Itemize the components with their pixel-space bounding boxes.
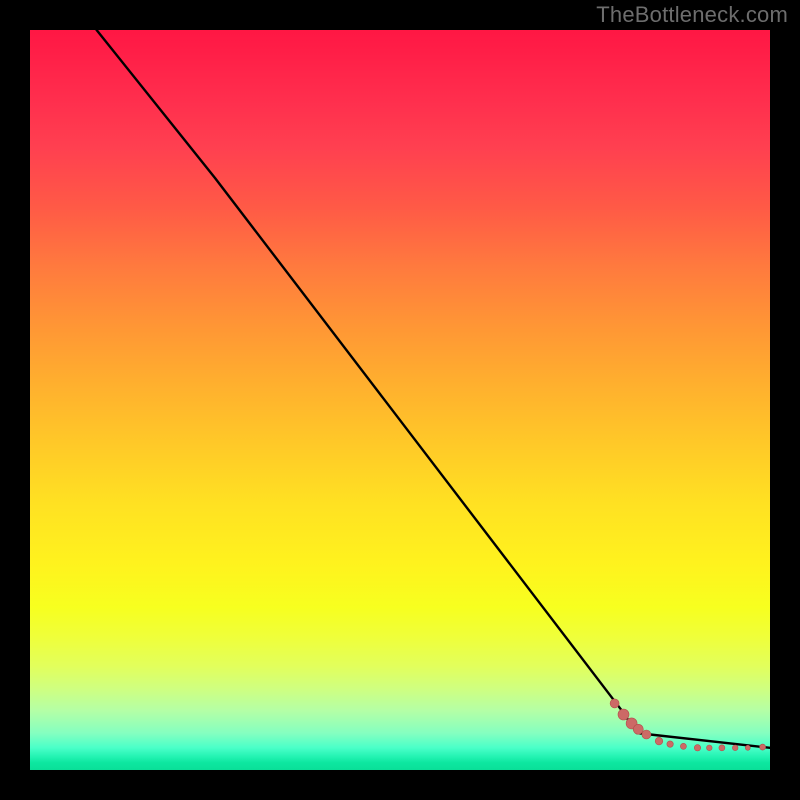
data-point: [745, 745, 750, 750]
chart-frame: TheBottleneck.com: [0, 0, 800, 800]
data-point-markers: [610, 699, 766, 751]
data-point: [633, 724, 643, 734]
watermark-text: TheBottleneck.com: [596, 2, 788, 28]
plot-area: [30, 30, 770, 770]
data-point: [680, 743, 686, 749]
data-point: [667, 741, 673, 747]
bottleneck-curve-line: [97, 30, 770, 748]
data-point: [719, 745, 725, 751]
data-point: [760, 744, 766, 750]
data-point: [655, 737, 663, 745]
data-point: [694, 745, 700, 751]
data-point: [618, 709, 629, 720]
data-point: [732, 745, 738, 751]
chart-svg: [30, 30, 770, 770]
data-point: [707, 745, 713, 751]
data-point: [610, 699, 619, 708]
data-point: [642, 730, 651, 739]
